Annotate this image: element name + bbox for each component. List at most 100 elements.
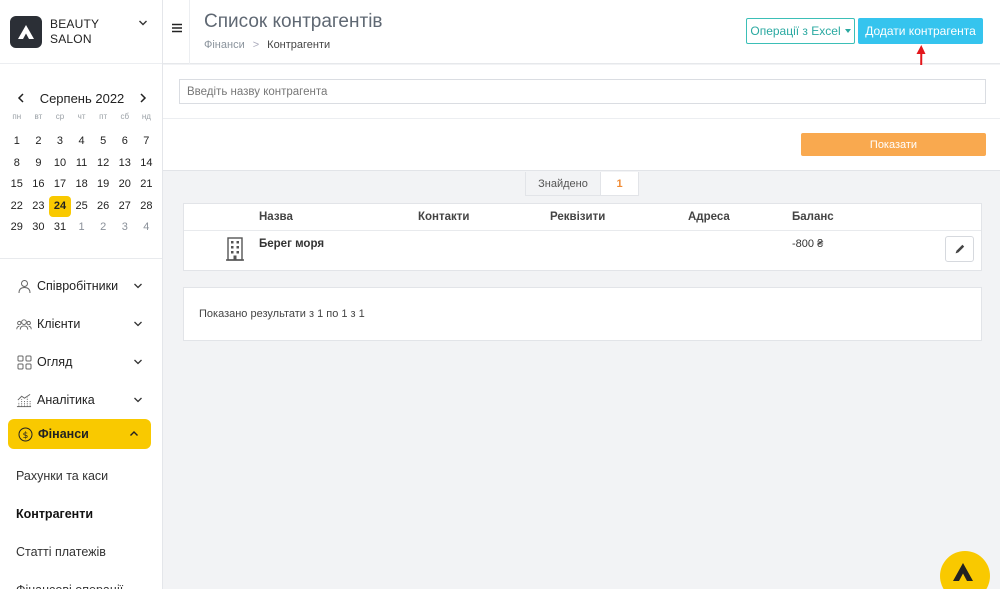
counterparties-table: Назва Контакти Реквізити Адреса Баланс Б… (183, 203, 982, 271)
column-header-requisites: Реквізити (550, 211, 606, 223)
calendar-day[interactable]: 30 (28, 217, 50, 239)
calendar-day[interactable]: 1 (71, 217, 93, 239)
calendar-day[interactable]: 7 (136, 131, 158, 153)
user-icon (16, 278, 32, 294)
row-name[interactable]: Берег моря (259, 238, 324, 250)
calendar-day[interactable]: 23 (28, 196, 50, 218)
breadcrumb: Фінанси > Контрагенти (204, 39, 330, 51)
calendar-day[interactable]: 20 (114, 174, 136, 196)
sidebar-item-finance[interactable]: $ Фінанси (8, 419, 151, 449)
chevron-down-icon (134, 283, 142, 289)
sidebar-divider (0, 258, 162, 259)
calendar-day[interactable]: 1 (6, 131, 28, 153)
calendar-month-title: Серпень 2022 (39, 90, 125, 106)
brand-logo-icon (953, 563, 973, 581)
calendar-day[interactable]: 27 (114, 196, 136, 218)
calendar-day[interactable]: 10 (49, 153, 71, 175)
sidebar-item-label: Співробітники (37, 279, 119, 293)
sidebar-item-label: Огляд (37, 355, 73, 369)
weekday-label: нд (141, 112, 151, 121)
sidebar-nav: Співробітники Клієнти Огляд Аналітика $ … (0, 267, 162, 589)
calendar-day[interactable]: 6 (114, 131, 136, 153)
top-bar: Список контрагентів Фінанси > Контрагент… (163, 0, 1000, 64)
calendar-day[interactable]: 14 (136, 153, 158, 175)
calendar-day[interactable]: 8 (6, 153, 28, 175)
breadcrumb-separator: > (252, 39, 260, 51)
calendar-weekdays: пн вт ср чт пт сб нд (6, 111, 156, 123)
calendar-day[interactable]: 4 (71, 131, 93, 153)
chevron-down-icon[interactable] (138, 18, 148, 28)
counterparty-search-input[interactable] (179, 79, 986, 104)
calendar-day[interactable]: 2 (92, 217, 114, 239)
calendar-day[interactable]: 18 (71, 174, 93, 196)
sidebar-subitem-counterparties[interactable]: Контрагенти (0, 495, 162, 533)
show-button[interactable]: Показати (801, 133, 986, 156)
chevron-down-icon (134, 359, 142, 365)
calendar-day[interactable]: 11 (71, 153, 93, 175)
calendar-day[interactable]: 22 (6, 196, 28, 218)
weekday-label: вт (34, 112, 43, 121)
excel-operations-button[interactable]: Операції з Excel (746, 18, 855, 44)
sidebar-item-employees[interactable]: Співробітники (0, 267, 162, 305)
chevron-down-icon (134, 397, 142, 403)
building-icon (226, 237, 244, 261)
add-counterparty-button[interactable]: Додати контрагента (858, 18, 983, 44)
breadcrumb-finance[interactable]: Фінанси (204, 39, 245, 51)
filter-divider (163, 118, 1000, 119)
column-header-address: Адреса (688, 211, 730, 223)
sidebar-item-overview[interactable]: Огляд (0, 343, 162, 381)
chevron-left-icon[interactable] (14, 91, 28, 105)
column-header-name: Назва (259, 211, 293, 223)
chevron-right-icon[interactable] (136, 91, 150, 105)
column-header-contacts: Контакти (418, 211, 470, 223)
calendar-day[interactable]: 26 (92, 196, 114, 218)
brand-fab-button[interactable] (940, 551, 990, 589)
calendar-day[interactable]: 4 (136, 217, 158, 239)
brand-name: BEAUTY SALON (50, 16, 99, 46)
chevron-up-icon (130, 431, 138, 436)
analytics-icon (16, 392, 32, 408)
calendar-day[interactable]: 31 (49, 217, 71, 239)
caret-down-icon (844, 29, 851, 33)
topbar-divider (189, 0, 190, 64)
brand-logo (10, 15, 42, 48)
calendar-day[interactable]: 21 (136, 174, 158, 196)
calendar-day[interactable]: 29 (6, 217, 28, 239)
calendar-day[interactable]: 3 (49, 131, 71, 153)
sidebar-item-label: Клієнти (37, 317, 81, 331)
sidebar: BEAUTY SALON Серпень 2022 пн вт ср чт пт сб нд… (0, 0, 163, 589)
filter-panel: Показати (163, 65, 1000, 171)
weekday-label: пт (99, 112, 108, 121)
sidebar-item-analytics[interactable]: Аналітика (0, 381, 162, 419)
sidebar-item-label: Аналітика (37, 393, 95, 407)
calendar-day[interactable]: 5 (92, 131, 114, 153)
calendar-day[interactable]: 9 (28, 153, 50, 175)
brand-header[interactable]: BEAUTY SALON (0, 0, 162, 64)
calendar-day[interactable]: 25 (71, 196, 93, 218)
sidebar-item-label: Фінанси (38, 427, 89, 441)
calendar-day[interactable]: 12 (92, 153, 114, 175)
calendar-day-today[interactable]: 24 (49, 195, 71, 217)
edit-button[interactable] (945, 236, 974, 262)
results-summary: Показано результати з 1 по 1 з 1 (183, 287, 982, 341)
calendar-day[interactable]: 19 (92, 174, 114, 196)
table-header: Назва Контакти Реквізити Адреса Баланс (184, 204, 981, 231)
sidebar-subitem-accounts[interactable]: Рахунки та каси (0, 457, 162, 495)
calendar-day[interactable]: 16 (28, 174, 50, 196)
found-counter: Знайдено 1 (525, 172, 639, 196)
coin-icon: $ (17, 426, 33, 442)
calendar-day[interactable]: 15 (6, 174, 28, 196)
calendar-day[interactable]: 28 (136, 196, 158, 218)
calendar-day[interactable]: 3 (114, 217, 136, 239)
weekday-label: пн (12, 112, 22, 121)
calendar-day[interactable]: 13 (114, 153, 136, 175)
sidebar-subitem-financial-operations[interactable]: Фінансові операції (0, 571, 162, 589)
sidebar-subitem-payment-items[interactable]: Статті платежів (0, 533, 162, 571)
weekday-label: чт (77, 112, 86, 121)
found-count: 1 (601, 172, 639, 196)
calendar-day[interactable]: 17 (49, 174, 71, 196)
page-title: Список контрагентів (204, 11, 383, 32)
menu-icon[interactable] (171, 22, 183, 34)
sidebar-item-clients[interactable]: Клієнти (0, 305, 162, 343)
calendar-day[interactable]: 2 (28, 131, 50, 153)
